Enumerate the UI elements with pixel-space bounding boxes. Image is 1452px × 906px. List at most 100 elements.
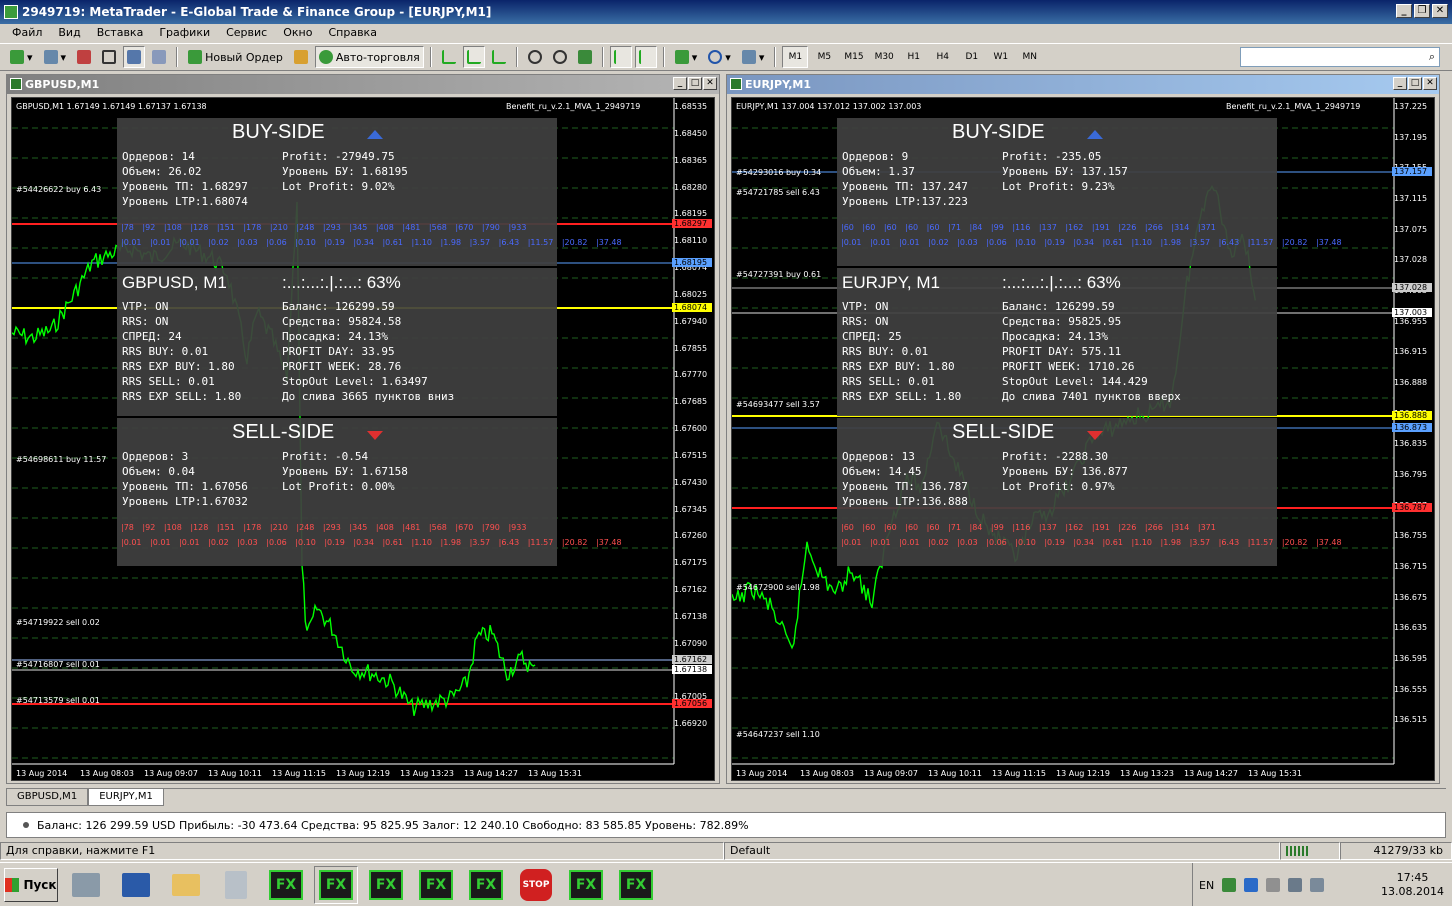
minimize-button[interactable]: _: [1396, 4, 1412, 18]
indicators-button[interactable]: ▾: [671, 46, 702, 68]
zoom-out-button[interactable]: [549, 46, 571, 68]
timeframe-h1[interactable]: H1: [901, 46, 927, 68]
update-icon[interactable]: [1244, 878, 1259, 892]
order-label[interactable]: #54698611 buy 11.57: [16, 455, 106, 464]
taskbar-app-mt2[interactable]: FX: [314, 865, 358, 904]
network-icon[interactable]: [1222, 878, 1237, 892]
menu-charts[interactable]: Графики: [151, 24, 218, 42]
templates-button[interactable]: ▾: [738, 46, 769, 68]
expert-button[interactable]: [290, 46, 312, 68]
menu-tools[interactable]: Сервис: [218, 24, 275, 42]
taskbar-app-stop[interactable]: STOP: [514, 866, 558, 904]
menu-insert[interactable]: Вставка: [89, 24, 152, 42]
buy-grid-steps: |60 |60 |60 |60 |60 |71 |84 |99 |116 |13…: [841, 223, 1216, 232]
price-axis-label: 1.67940: [674, 316, 708, 326]
taskbar-app-mt4[interactable]: FX: [414, 866, 458, 904]
taskbar-app-explorer[interactable]: [164, 866, 208, 904]
timeframe-d1[interactable]: D1: [959, 46, 985, 68]
chart-canvas[interactable]: EURJPY,M1 137.004 137.012 137.002 137.00…: [731, 97, 1435, 781]
close-button[interactable]: ✕: [1432, 4, 1448, 18]
order-label[interactable]: #54716807 sell 0.01: [16, 660, 100, 669]
buy-orders: Ордеров: 9: [842, 150, 909, 163]
chart-window-gbpusd[interactable]: GBPUSD,M1 _ □ ✕ GBPUSD,M1 1.67149 1.6714…: [6, 74, 720, 784]
info-progress: :...:...:.|.:...: 63%: [282, 273, 401, 292]
restore-button[interactable]: ❐: [1414, 4, 1430, 18]
new-chart-button[interactable]: ▾: [6, 46, 37, 68]
timeframe-m5[interactable]: M5: [811, 46, 837, 68]
order-label[interactable]: #54713579 sell 0.01: [16, 696, 100, 705]
profiles-button[interactable]: ▾: [40, 46, 71, 68]
chart-minimize-button[interactable]: _: [1393, 77, 1407, 90]
navigator-button[interactable]: [123, 46, 146, 68]
metatrader-icon: FX: [269, 869, 303, 900]
tile-windows-button[interactable]: [574, 46, 596, 68]
tester-button[interactable]: [148, 46, 170, 68]
chart-window-title[interactable]: EURJPY,M1 _ □ ✕: [727, 75, 1439, 94]
time-axis-label: 13 Aug 12:19: [336, 769, 390, 778]
timeframe-mn[interactable]: MN: [1017, 46, 1043, 68]
language-indicator[interactable]: EN: [1199, 879, 1214, 892]
terminal-account-row[interactable]: Баланс: 126 299.59 USD Прибыль: -30 473.…: [6, 812, 1446, 838]
sell-ltp: Уровень LTP:1.67032: [122, 495, 248, 508]
chart-maximize-button[interactable]: □: [1408, 77, 1422, 90]
chart-close-button[interactable]: ✕: [703, 77, 717, 90]
line-chart-button[interactable]: [488, 46, 510, 68]
time-axis-label: 13 Aug 13:23: [1120, 769, 1174, 778]
info-right-line: PROFIT DAY: 33.95: [282, 345, 395, 358]
taskbar-app-mt5[interactable]: FX: [464, 866, 508, 904]
taskbar-app-calculator[interactable]: [214, 866, 258, 904]
chart-window-title[interactable]: GBPUSD,M1 _ □ ✕: [7, 75, 719, 94]
search-input[interactable]: ⌕: [1240, 47, 1440, 67]
taskbar-app-powershell[interactable]: [114, 866, 158, 904]
autotrading-button[interactable]: Авто-торговля: [314, 46, 424, 68]
chart-maximize-button[interactable]: □: [688, 77, 702, 90]
menu-help[interactable]: Справка: [320, 24, 384, 42]
flag-icon[interactable]: [1266, 878, 1281, 892]
order-label[interactable]: #54647237 sell 1.10: [736, 730, 820, 739]
bar-chart-button[interactable]: [438, 46, 460, 68]
candle-chart-button[interactable]: [462, 46, 485, 68]
start-button[interactable]: Пуск: [4, 867, 58, 902]
timeframe-m1[interactable]: M1: [782, 46, 809, 68]
chart-window-eurjpy[interactable]: EURJPY,M1 _ □ ✕ EURJPY,M1 137.004 137.01…: [726, 74, 1440, 784]
price-axis-label: 137.225: [1394, 102, 1428, 111]
volume-icon[interactable]: [1310, 878, 1325, 892]
time-axis-label: 13 Aug 14:27: [464, 769, 518, 778]
chart-canvas[interactable]: GBPUSD,M1 1.67149 1.67149 1.67137 1.6713…: [11, 97, 715, 781]
chart-shift-button[interactable]: [634, 46, 657, 68]
taskbar-app-computer[interactable]: [64, 866, 108, 904]
candle-chart-icon: [466, 50, 481, 64]
order-label[interactable]: #54719922 sell 0.02: [16, 618, 100, 627]
timeframe-m15[interactable]: M15: [840, 46, 867, 68]
taskbar-app-mt6[interactable]: FX: [564, 866, 608, 904]
menu-window[interactable]: Окно: [275, 24, 320, 42]
menu-file[interactable]: Файл: [4, 24, 50, 42]
taskbar-app-mt7[interactable]: FX: [614, 866, 658, 904]
order-label[interactable]: #54727391 buy 0.61: [736, 270, 821, 279]
buy-grid-lots: |0.01 |0.01 |0.01 |0.02 |0.03 |0.06 |0.1…: [841, 238, 1342, 247]
taskbar-app-mt3[interactable]: FX: [364, 866, 408, 904]
order-label[interactable]: #54672900 sell 1.98: [736, 583, 820, 592]
order-label[interactable]: #54693477 sell 3.57: [736, 400, 820, 409]
zoom-in-button[interactable]: [524, 46, 546, 68]
autoscroll-button[interactable]: [609, 46, 632, 68]
tab-gbpusd[interactable]: GBPUSD,M1: [6, 789, 89, 806]
tab-eurjpy[interactable]: EURJPY,M1: [88, 789, 164, 806]
order-label[interactable]: #54293016 buy 0.34: [736, 168, 821, 177]
taskbar-app-mt1[interactable]: FX: [264, 866, 308, 904]
timeframe-w1[interactable]: W1: [988, 46, 1014, 68]
timeframe-h4[interactable]: H4: [930, 46, 956, 68]
chart-close-button[interactable]: ✕: [1423, 77, 1437, 90]
clock[interactable]: 17:45 13.08.2014: [1381, 871, 1452, 899]
data-window-button[interactable]: [98, 46, 120, 68]
window-title: 2949719: MetaTrader - E-Global Trade & F…: [22, 5, 492, 19]
periods-button[interactable]: ▾: [704, 46, 735, 68]
market-watch-button[interactable]: [73, 46, 95, 68]
order-label[interactable]: #54721785 sell 6.43: [736, 188, 820, 197]
chart-minimize-button[interactable]: _: [673, 77, 687, 90]
new-order-button[interactable]: Новый Ордер: [184, 46, 287, 68]
display-icon[interactable]: [1288, 878, 1303, 892]
menu-view[interactable]: Вид: [50, 24, 88, 42]
timeframe-m30[interactable]: M30: [871, 46, 898, 68]
order-label[interactable]: #54426622 buy 6.43: [16, 185, 101, 194]
